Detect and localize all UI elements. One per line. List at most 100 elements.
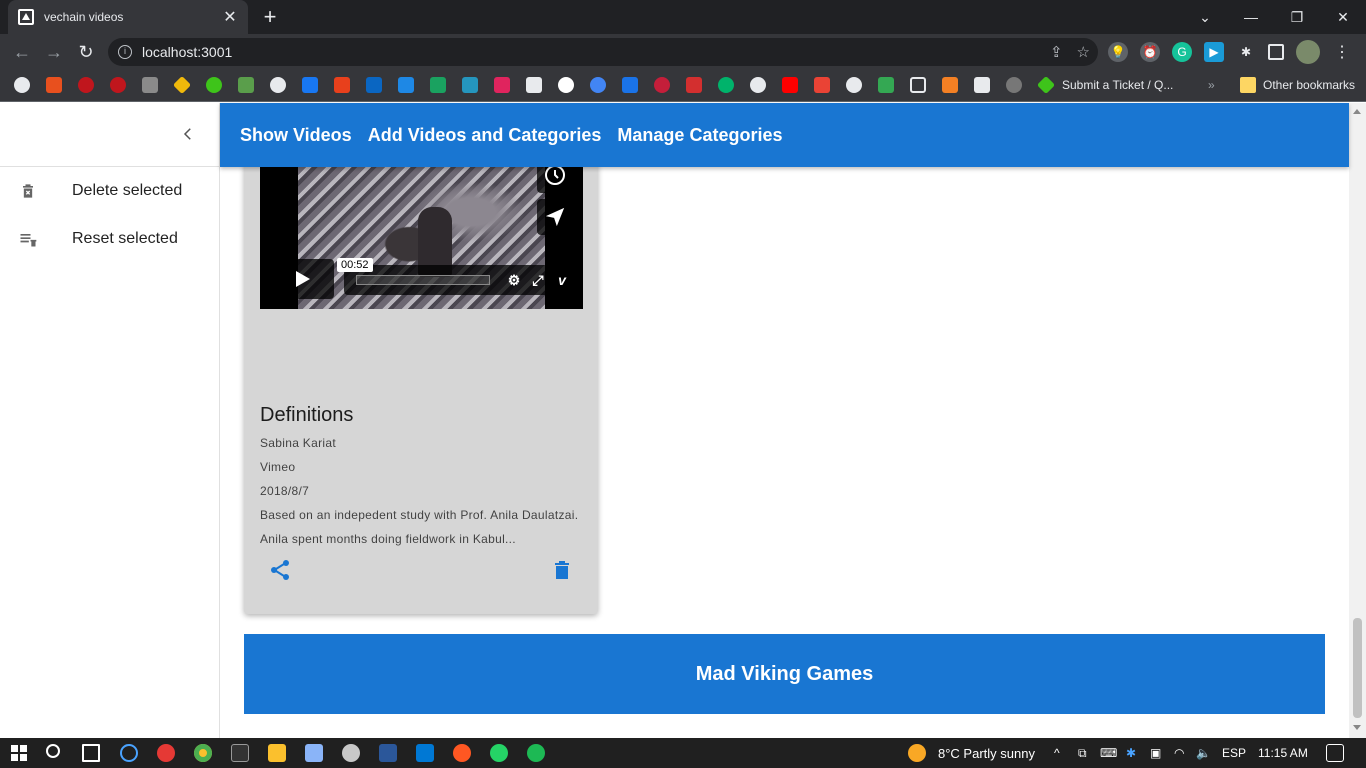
restore-button[interactable]: ❐ (1274, 0, 1320, 34)
bookmark-leaf-icon[interactable] (238, 77, 254, 93)
bookmark-teal-icon[interactable] (462, 77, 478, 93)
bookmark-we-icon[interactable] (526, 77, 542, 93)
bookmark-globe-icon[interactable] (750, 77, 766, 93)
postman-icon[interactable] (453, 744, 471, 762)
watch-later-button[interactable] (537, 167, 573, 193)
tray-chevron-up-icon[interactable]: ^ (1054, 746, 1060, 760)
bookmark-globe-2-icon[interactable] (846, 77, 862, 93)
bluetooth-icon[interactable]: ✱ (1126, 746, 1136, 760)
scroll-up-icon[interactable] (1353, 109, 1361, 114)
bookmark-blue-icon[interactable] (398, 77, 414, 93)
terminal-icon[interactable] (231, 744, 249, 762)
reload-button[interactable]: ↻ (74, 40, 98, 64)
close-window-button[interactable]: ✕ (1320, 0, 1366, 34)
spotify-icon[interactable] (527, 744, 545, 762)
bookmark-star-icon[interactable]: ☆ (1077, 43, 1090, 61)
extension-bulb-icon[interactable]: 💡 (1108, 42, 1128, 62)
vimeo-logo-icon[interactable]: v (554, 272, 570, 288)
code-bookmark-icon[interactable] (142, 77, 158, 93)
grammarly-icon[interactable]: G (1172, 42, 1192, 62)
weather-text[interactable]: 8°C Partly sunny (938, 746, 1035, 761)
github-bookmark-icon[interactable] (14, 77, 30, 93)
forward-button[interactable]: → (42, 40, 66, 64)
bookmark-code-green-icon[interactable] (878, 77, 894, 93)
tray-app-icon[interactable]: ▣ (1150, 746, 1161, 760)
side-panel-icon[interactable] (1268, 44, 1284, 60)
drive-bookmark-icon[interactable] (590, 77, 606, 93)
gmail-bookmark-icon[interactable] (814, 77, 830, 93)
bookmark-red-3-icon[interactable] (654, 77, 670, 93)
ticket-bookmark-icon[interactable] (1036, 75, 1056, 95)
binance-bookmark-icon[interactable] (172, 75, 192, 95)
tab-search-icon[interactable]: ⌄ (1182, 0, 1228, 34)
meet-now-icon[interactable]: ⧉ (1078, 746, 1087, 761)
video-player[interactable]: ⚙ ⤢ v 00:52 (260, 167, 583, 309)
page-scrollbar[interactable] (1349, 103, 1366, 738)
delete-icon[interactable] (550, 558, 574, 582)
facebook-bookmark-icon[interactable] (302, 77, 318, 93)
bookmark-flag-icon[interactable] (686, 77, 702, 93)
nav-show-videos[interactable]: Show Videos (240, 125, 352, 146)
profile-avatar[interactable] (1296, 40, 1320, 64)
more-bookmarks-icon[interactable]: » (1208, 78, 1215, 92)
bookmark-orange-icon[interactable] (334, 77, 350, 93)
close-tab-icon[interactable]: ✕ (222, 7, 238, 27)
nav-manage-categories[interactable]: Manage Categories (617, 125, 782, 146)
cpanel-bookmark-icon[interactable] (46, 77, 62, 93)
scroll-thumb[interactable] (1353, 618, 1362, 718)
app-red-icon[interactable] (157, 744, 175, 762)
bookmark-circle-icon[interactable] (270, 77, 286, 93)
back-button[interactable]: ← (10, 40, 34, 64)
sidebar-item-reset-selected[interactable]: Reset selected (0, 215, 219, 263)
share-icon[interactable]: ⇪ (1050, 43, 1063, 61)
notifications-icon[interactable] (1326, 744, 1344, 762)
bookmark-sphere-icon[interactable] (1006, 77, 1022, 93)
minimize-button[interactable]: — (1228, 0, 1274, 34)
ime-icon[interactable]: ⌨ (1100, 746, 1117, 760)
bookmark-heart-icon[interactable] (494, 77, 510, 93)
browser-tab[interactable]: vechain videos ✕ (8, 0, 248, 34)
volume-icon[interactable]: 🔈 (1196, 746, 1211, 760)
task-view-icon[interactable] (82, 744, 100, 762)
bookmark-os-icon[interactable] (974, 77, 990, 93)
bookmark-square-icon[interactable] (910, 77, 926, 93)
windows-start-icon[interactable] (10, 744, 28, 762)
browser-menu-icon[interactable]: ⋮ (1332, 42, 1352, 62)
notepad-icon[interactable] (305, 744, 323, 762)
file-explorer-icon[interactable] (268, 744, 286, 762)
word-icon[interactable] (379, 744, 397, 762)
bookmark-red-2-icon[interactable] (110, 77, 126, 93)
new-tab-button[interactable]: + (258, 4, 282, 30)
weather-icon[interactable] (908, 744, 926, 762)
chevron-left-icon[interactable] (179, 125, 197, 143)
chrome-taskbar-icon[interactable] (194, 744, 212, 762)
cortana-icon[interactable] (120, 744, 138, 762)
bookmark-green-icon[interactable] (206, 77, 222, 93)
address-bar[interactable]: i localhost:3001 ⇪ ☆ (108, 38, 1098, 66)
linkedin-bookmark-icon[interactable] (366, 77, 382, 93)
language-indicator[interactable]: ESP (1222, 746, 1246, 760)
play-button[interactable] (270, 259, 334, 299)
fullscreen-icon[interactable]: ⤢ (530, 272, 546, 289)
bookmark-play-icon[interactable] (430, 77, 446, 93)
search-icon[interactable] (46, 744, 60, 758)
stackoverflow-bookmark-icon[interactable] (942, 77, 958, 93)
bookmark-red-1-icon[interactable] (78, 77, 94, 93)
wifi-icon[interactable]: ◠ (1174, 746, 1184, 760)
bookmark-ticket-label[interactable]: Submit a Ticket / Q... (1062, 78, 1173, 92)
google-bookmark-icon[interactable] (558, 77, 574, 93)
bookmark-green-2-icon[interactable] (718, 77, 734, 93)
youtube-bookmark-icon[interactable] (782, 77, 798, 93)
clock[interactable]: 11:15 AM (1258, 746, 1308, 760)
nav-add-videos-categories[interactable]: Add Videos and Categories (368, 125, 602, 146)
vscode-icon[interactable] (416, 744, 434, 762)
bookmark-ef-icon[interactable] (622, 77, 638, 93)
extensions-puzzle-icon[interactable]: ✱ (1236, 42, 1256, 62)
settings-gear-icon[interactable]: ⚙ (506, 272, 522, 289)
progress-bar[interactable] (356, 275, 490, 285)
other-bookmarks-label[interactable]: Other bookmarks (1263, 78, 1355, 92)
site-info-icon[interactable]: i (118, 45, 132, 59)
extension-alarm-icon[interactable]: ⏰ (1140, 42, 1160, 62)
whatsapp-icon[interactable] (490, 744, 508, 762)
share-icon[interactable] (268, 558, 292, 582)
